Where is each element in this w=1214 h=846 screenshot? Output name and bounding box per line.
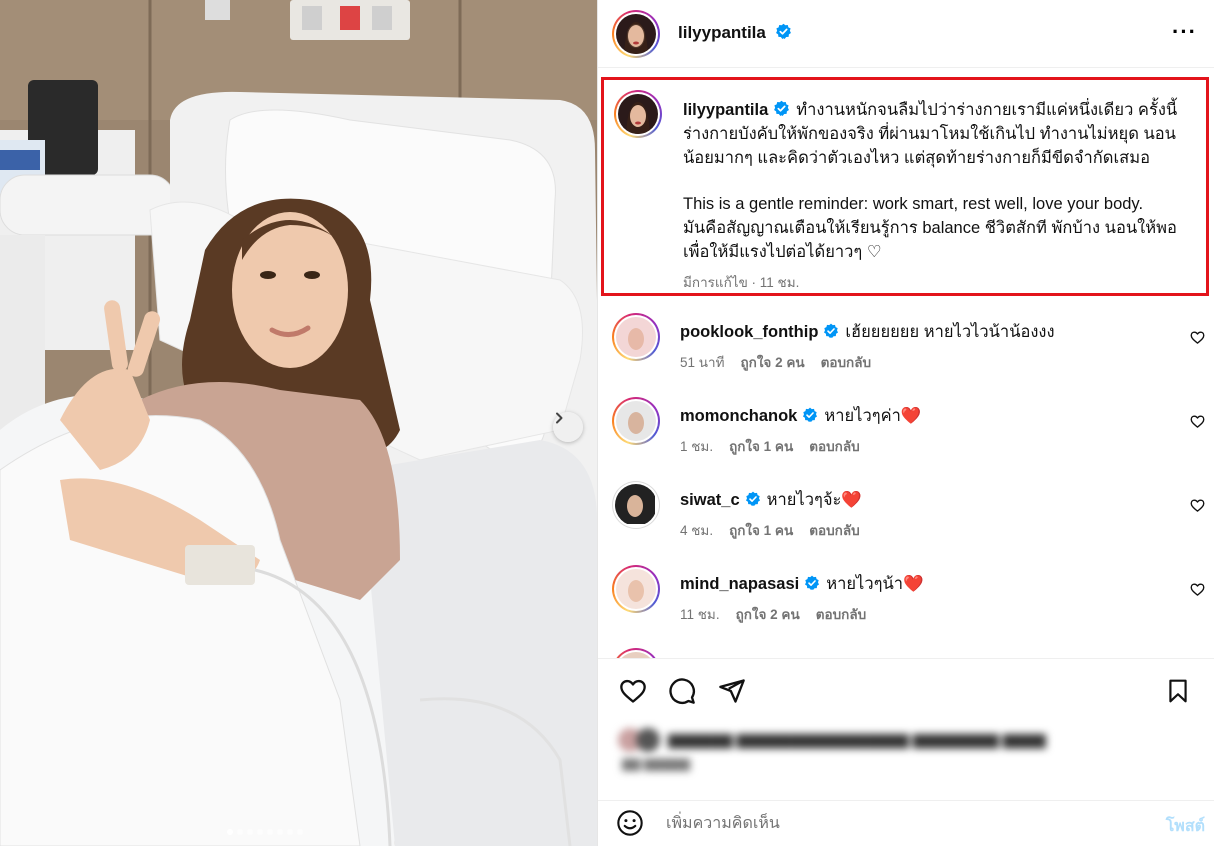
carousel-indicator — [227, 829, 303, 835]
verified-badge-icon — [774, 100, 790, 116]
avatar-image — [618, 94, 658, 134]
verified-badge-icon — [803, 407, 818, 422]
post-actions: ▇▇▇▇▇▇ ▇▇▇▇▇▇▇▇▇▇▇▇▇▇▇▇ ▇▇▇▇▇▇▇▇ ▇▇▇▇ ▇▇… — [598, 658, 1214, 808]
chevron-right-icon — [556, 412, 563, 424]
more-options-button[interactable]: ··· — [1172, 21, 1197, 43]
comment-like-heart-icon[interactable] — [1190, 330, 1205, 345]
comment-reply-button[interactable]: ตอบกลับ — [809, 519, 859, 541]
paper-plane-icon[interactable] — [718, 677, 746, 705]
commenter-username[interactable]: mind_napasasi — [680, 575, 799, 593]
caption-body-english: This is a gentle reminder: work smart, r… — [683, 195, 1144, 213]
comment-meta: 51 นาที ถูกใจ 2 คน ตอบกลับ — [680, 351, 871, 373]
comment-time: 51 นาที — [680, 355, 725, 370]
heart-outline-icon[interactable] — [618, 677, 648, 705]
author-username[interactable]: lilyypantila — [678, 23, 766, 42]
caption-highlight: lilyypantila ทำงานหนักจนลืมไปว่าร่างกายเ… — [601, 77, 1209, 296]
comment-likes-link[interactable]: ถูกใจ 1 คน — [729, 519, 793, 541]
caption-meta: มีการแก้ไข · 11 ชม. — [683, 275, 800, 290]
comment-like-heart-icon[interactable] — [1190, 498, 1205, 513]
comment-likes-link[interactable]: ถูกใจ 2 คน — [740, 351, 804, 373]
comment-meta: 11 ชม. ถูกใจ 2 คน ตอบกลับ — [680, 603, 866, 625]
commenter-username[interactable]: siwat_c — [680, 491, 740, 509]
comment-text: หายไวๆค่า❤️ — [824, 407, 922, 425]
verified-badge-icon — [776, 23, 792, 39]
commenter-avatar[interactable] — [612, 565, 660, 613]
comment-time: 11 ชม. — [680, 607, 720, 622]
caption-author-avatar[interactable] — [614, 90, 662, 138]
comment-reply-button[interactable]: ตอบกลับ — [821, 351, 871, 373]
post-photo[interactable] — [0, 0, 597, 846]
comment-item: pooklook_fonthip เฮ้ยยยยยย หายไวไวน้าน้อง… — [598, 313, 1214, 397]
verified-badge-icon — [805, 575, 820, 590]
hospital-photo-illustration — [0, 0, 597, 846]
carousel-dot — [237, 829, 243, 835]
comment-time: 4 ชม. — [680, 523, 714, 538]
carousel-dot — [287, 829, 293, 835]
clipped-comment-avatar — [612, 648, 660, 658]
commenter-username[interactable]: momonchanok — [680, 407, 797, 425]
comment-reply-button[interactable]: ตอบกลับ — [816, 603, 866, 625]
author-name-row: lilyypantila — [678, 23, 792, 43]
comment-reply-button[interactable]: ตอบกลับ — [809, 435, 859, 457]
carousel-dot — [267, 829, 273, 835]
comment-line: siwat_c หายไวๆจ้ะ❤️ — [680, 487, 862, 513]
avatar-image — [616, 569, 656, 609]
commenter-avatar[interactable] — [612, 481, 660, 529]
comment-text: หายไวๆน้า❤️ — [826, 575, 924, 593]
comment-item: mind_napasasi หายไวๆน้า❤️ 11 ชม. ถูกใจ 2 คน… — [598, 565, 1214, 649]
verified-badge-icon — [745, 491, 760, 506]
comment-like-heart-icon[interactable] — [1190, 582, 1205, 597]
post-header: lilyypantila ··· — [598, 0, 1214, 68]
verified-badge-icon — [824, 323, 839, 338]
carousel-dot — [297, 829, 303, 835]
caption-username[interactable]: lilyypantila — [683, 101, 768, 119]
comment-input[interactable] — [666, 810, 1136, 838]
liked-by-blurred: ▇▇▇▇▇▇ ▇▇▇▇▇▇▇▇▇▇▇▇▇▇▇▇ ▇▇▇▇▇▇▇▇ ▇▇▇▇ — [618, 727, 1046, 753]
post-date-blurred: ▇▇ ▇▇▇▇▇ — [622, 757, 690, 771]
comment-meta: 1 ชม. ถูกใจ 1 คน ตอบกลับ — [680, 435, 860, 457]
commenter-avatar[interactable] — [612, 313, 660, 361]
carousel-dot — [227, 829, 233, 835]
avatar-image — [616, 317, 656, 357]
author-avatar[interactable] — [612, 10, 660, 58]
comment-bubble-icon[interactable] — [668, 677, 696, 705]
comment-item: momonchanok หายไวๆค่า❤️ 1 ชม. ถูกใจ 1 คน ตอบ… — [598, 397, 1214, 481]
commenter-username[interactable]: pooklook_fonthip — [680, 323, 818, 341]
emoji-icon[interactable] — [616, 809, 644, 837]
comment-text: หายไวๆจ้ะ❤️ — [766, 491, 862, 509]
post-detail-panel: lilyypantila ··· lilyypantila ทำงานหนักจ… — [597, 0, 1214, 846]
comment-meta: 4 ชม. ถูกใจ 1 คน ตอบกลับ — [680, 519, 860, 541]
comment-line: momonchanok หายไวๆค่า❤️ — [680, 403, 921, 429]
comment-composer: โพสต์ — [598, 800, 1214, 846]
comment-item: siwat_c หายไวๆจ้ะ❤️ 4 ชม. ถูกใจ 1 คน ตอบกลับ — [598, 481, 1214, 565]
bookmark-icon[interactable] — [1165, 677, 1191, 705]
avatar-image — [616, 401, 656, 441]
commenter-avatar[interactable] — [612, 397, 660, 445]
avatar-image — [616, 14, 656, 54]
comment-line: pooklook_fonthip เฮ้ยยยยยย หายไวไวน้าน้อง… — [680, 319, 1055, 345]
carousel-dot — [257, 829, 263, 835]
caption-text: lilyypantila ทำงานหนักจนลืมไปว่าร่างกายเ… — [683, 98, 1193, 264]
comment-likes-link[interactable]: ถูกใจ 2 คน — [736, 603, 800, 625]
comment-likes-link[interactable]: ถูกใจ 1 คน — [729, 435, 793, 457]
carousel-dot — [247, 829, 253, 835]
next-slide-button[interactable] — [553, 412, 583, 442]
post-comment-button[interactable]: โพสต์ — [1166, 814, 1205, 839]
comment-time: 1 ชม. — [680, 439, 714, 454]
caption-body-thai-2: มันคือสัญญาณเตือนให้เรียนรู้การ balance … — [683, 219, 1177, 261]
comment-text: เฮ้ยยยยยย หายไวไวน้าน้องงง — [845, 323, 1055, 341]
comment-line: mind_napasasi หายไวๆน้า❤️ — [680, 571, 924, 597]
comment-like-heart-icon[interactable] — [1190, 414, 1205, 429]
avatar-image — [615, 484, 655, 524]
carousel-dot — [277, 829, 283, 835]
